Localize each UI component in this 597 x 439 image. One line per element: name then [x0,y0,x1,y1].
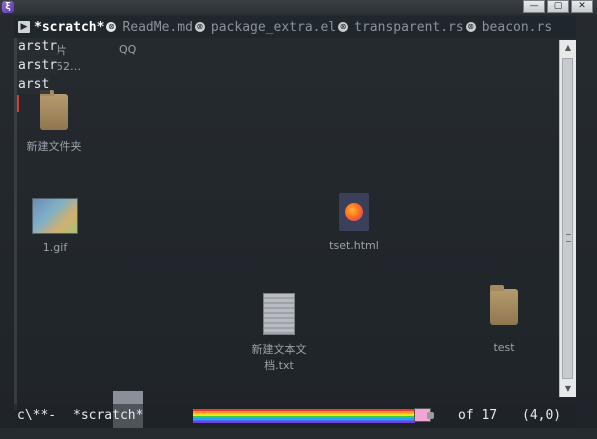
tab-scroll-left-icon[interactable]: ▶ [18,21,30,33]
image-file-icon [32,198,78,234]
firefox-html-icon [339,193,369,231]
tab-label: *scratch* [34,19,105,35]
desktop-icon-label: test [493,341,515,354]
desktop-icon-test-folder[interactable]: test [476,285,532,354]
maximize-button[interactable]: ▢ [547,0,569,13]
tab-readme[interactable]: ReadMe.md ⊗ [122,19,205,35]
desktop-background [0,0,597,439]
desktop-icon-label: QQ [119,43,137,56]
emacs-app-icon[interactable]: ξ [2,1,14,13]
tab-transparent[interactable]: transparent.rs ⊗ [354,20,476,35]
desktop-icon-qq[interactable]: QQ [119,43,136,56]
scroll-grip-icon [566,234,571,242]
text-cursor [17,95,19,112]
tab-close-icon[interactable]: ⊗ [338,22,349,32]
modeline-position: of 17 [458,408,498,423]
title-bar[interactable]: ξ — ▢ ✕ [0,0,597,14]
scroll-down-icon[interactable]: ▼ [560,381,576,397]
editor-line[interactable]: arstr [17,38,59,56]
tab-close-icon[interactable]: ⊗ [194,22,205,32]
folder-icon [40,90,68,130]
bottom-strip [0,428,597,439]
desktop-icon-label: 1.gif [42,241,68,254]
tab-label: transparent.rs [354,19,464,35]
desktop-icon-label: 新建文本文 [251,343,307,356]
tab-bar: ▶ *scratch* ⊗ ReadMe.md ⊗ package_extra.… [14,16,576,38]
scroll-thumb[interactable] [562,58,573,379]
modeline-buffer-name[interactable]: *scratch* [73,408,143,423]
close-button[interactable]: ✕ [571,0,593,13]
tab-label: ReadMe.md [122,19,193,35]
tab-label: package_extra.el [210,19,337,35]
minimize-button[interactable]: — [523,0,545,13]
nyan-cat-icon [414,408,434,422]
tab-close-icon[interactable]: ⊗ [465,22,476,32]
tab-beacon[interactable]: beacon.rs [482,20,552,35]
tab-scratch[interactable]: *scratch* ⊗ [34,19,117,35]
modeline-state: c\**- [17,408,57,423]
scroll-up-icon[interactable]: ▲ [560,40,576,56]
desktop-icon-txt[interactable]: 新建文本文 档.txt [246,293,312,373]
desktop-icon-partial-label: 52… [56,60,81,73]
desktop-icon-label: tset.html [329,239,379,252]
mode-line: c\**- *scratch* of 17 (4,0) [14,404,576,428]
modeline-line-col: (4,0) [522,408,562,423]
desktop-icon-label: 档.txt [264,359,294,372]
vertical-scrollbar[interactable]: ▲ ▼ [559,40,576,397]
tab-label: beacon.rs [481,19,553,35]
desktop-icon-label: 新建文件夹 [26,140,82,153]
editor-line[interactable]: arstr [17,57,59,75]
desktop-icon-html[interactable]: tset.html [322,193,386,252]
text-file-icon [263,293,295,335]
emacs-window: 片 52… QQ 新建文件夹 1.gif tset.html 新建文本文 档.t… [0,0,597,439]
editor-line[interactable]: arst [17,76,51,94]
window-controls: — ▢ ✕ [523,0,593,13]
desktop-icon-gif[interactable]: 1.gif [30,198,80,254]
tab-package-extra[interactable]: package_extra.el ⊗ [210,19,349,35]
folder-icon [490,285,518,325]
nyan-rainbow-progress[interactable] [193,409,415,423]
desktop-icon-new-folder[interactable]: 新建文件夹 [22,90,86,154]
tab-close-icon[interactable]: ⊗ [106,22,117,32]
desktop-icon-label: 52… [56,60,81,73]
